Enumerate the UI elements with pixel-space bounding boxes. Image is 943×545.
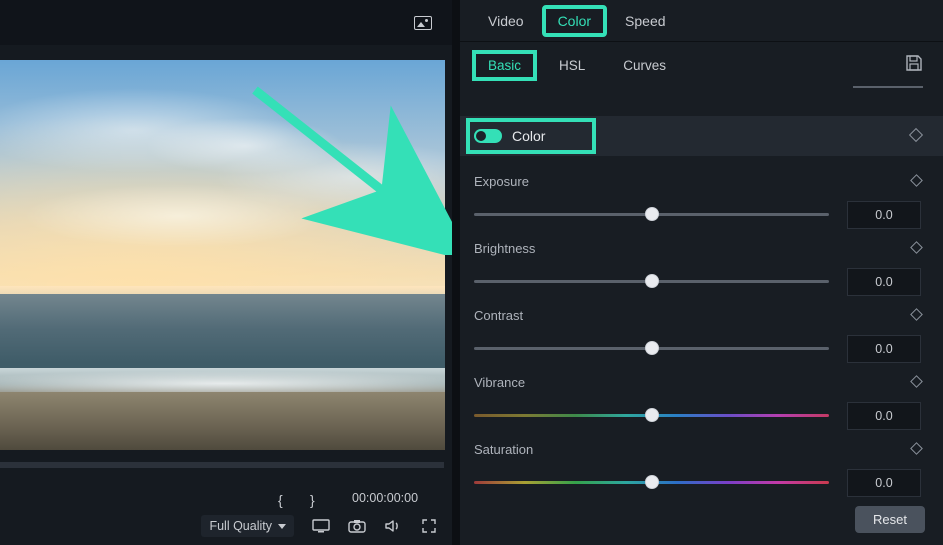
timeline-bar: { } 00:00:00:00 (0, 460, 444, 514)
label-contrast: Contrast (474, 308, 921, 323)
snapshot-icon[interactable] (348, 518, 366, 534)
value-contrast[interactable]: 0.0 (847, 335, 921, 363)
sub-underline (853, 86, 923, 88)
mark-in-button[interactable]: { (278, 492, 283, 508)
tab-video[interactable]: Video (474, 7, 538, 35)
tab-speed[interactable]: Speed (611, 7, 679, 35)
color-toggle[interactable] (474, 129, 502, 143)
scrub-track[interactable] (0, 462, 444, 468)
param-vibrance: Vibrance 0.0 (474, 375, 921, 430)
image-icon[interactable] (414, 16, 432, 30)
param-saturation: Saturation 0.0 (474, 442, 921, 497)
value-vibrance[interactable]: 0.0 (847, 402, 921, 430)
quality-select[interactable]: Full Quality (201, 515, 294, 537)
section-color-header: Color (460, 116, 943, 156)
subtab-hsl[interactable]: HSL (545, 52, 599, 79)
value-brightness[interactable]: 0.0 (847, 268, 921, 296)
reset-button[interactable]: Reset (855, 506, 925, 533)
slider-brightness[interactable] (474, 275, 829, 289)
top-tabs: Video Color Speed (460, 0, 943, 42)
subtab-basic[interactable]: Basic (474, 52, 535, 79)
param-contrast: Contrast 0.0 (474, 308, 921, 363)
timecode: 00:00:00:00 (352, 491, 418, 505)
quality-label: Full Quality (209, 519, 272, 533)
slider-vibrance[interactable] (474, 409, 829, 423)
slider-exposure[interactable] (474, 208, 829, 222)
panel-body: Exposure 0.0 Brightness 0.0 Contrast (460, 156, 943, 497)
pane-divider[interactable] (452, 0, 460, 545)
value-exposure[interactable]: 0.0 (847, 201, 921, 229)
preview-video[interactable] (0, 60, 445, 450)
sub-tabs: Basic HSL Curves (460, 42, 943, 88)
param-exposure: Exposure 0.0 (474, 174, 921, 229)
slider-contrast[interactable] (474, 342, 829, 356)
param-brightness: Brightness 0.0 (474, 241, 921, 296)
keyframe-icon[interactable] (909, 128, 923, 142)
chevron-down-icon (278, 524, 286, 529)
preview-topbar (0, 0, 452, 45)
display-icon[interactable] (312, 518, 330, 534)
label-vibrance: Vibrance (474, 375, 921, 390)
slider-saturation[interactable] (474, 476, 829, 490)
preview-pane: { } 00:00:00:00 Full Quality (0, 0, 452, 545)
label-exposure: Exposure (474, 174, 921, 189)
label-brightness: Brightness (474, 241, 921, 256)
value-saturation[interactable]: 0.0 (847, 469, 921, 497)
inspector-pane: Video Color Speed Basic HSL Curves Color… (460, 0, 943, 545)
volume-icon[interactable] (384, 518, 402, 534)
tab-color[interactable]: Color (544, 7, 605, 35)
mark-out-button[interactable]: } (310, 492, 315, 508)
section-color-title: Color (512, 128, 545, 144)
fullscreen-icon[interactable] (420, 518, 438, 534)
save-preset-icon[interactable] (905, 54, 923, 72)
subtab-curves[interactable]: Curves (609, 52, 680, 79)
label-saturation: Saturation (474, 442, 921, 457)
preview-controls: Full Quality (0, 511, 444, 541)
